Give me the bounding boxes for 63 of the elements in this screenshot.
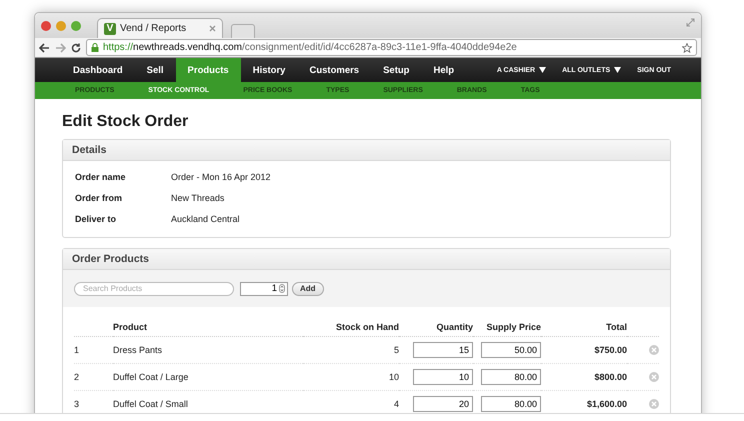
remove-icon[interactable]	[649, 372, 659, 382]
row-number: 1	[74, 337, 113, 364]
stock-cell: 4	[303, 391, 399, 413]
nav-tab[interactable]: Setup	[371, 58, 422, 82]
column-header: Supply Price	[473, 317, 541, 337]
new-tab-button[interactable]	[231, 24, 255, 38]
field-value: Auckland Central	[171, 214, 241, 224]
quantity-field[interactable]: 15	[413, 342, 473, 358]
nav-tab[interactable]: Sell	[134, 58, 176, 82]
lock-icon	[91, 43, 99, 52]
close-tab-icon[interactable]	[209, 25, 216, 32]
column-header: Product	[113, 317, 303, 337]
product-cell: Duffel Coat / Large	[113, 364, 303, 391]
stock-cell: 10	[303, 364, 399, 391]
back-icon[interactable]	[39, 42, 50, 52]
field-label: Order name	[75, 172, 127, 182]
field-label: Order from	[75, 193, 124, 203]
column-header: Quantity	[399, 317, 473, 337]
nav-tab[interactable]: History	[240, 58, 298, 82]
supply-price-field[interactable]: 80.00	[481, 396, 541, 412]
nav-tab[interactable]: Help	[421, 58, 466, 82]
field-value: Order - Mon 16 Apr 2012	[171, 172, 272, 182]
page-title: Edit Stock Order	[62, 113, 190, 131]
minimize-window-icon[interactable]	[56, 20, 66, 30]
caret-icon	[614, 67, 622, 73]
close-window-icon[interactable]	[41, 20, 51, 30]
product-cell: Dress Pants	[113, 337, 303, 364]
browser-tab[interactable]: V Vend / Reports	[97, 18, 223, 38]
tab-title: Vend / Reports	[120, 23, 188, 34]
caret-icon	[539, 67, 546, 73]
search-field[interactable]: Search Products	[74, 282, 234, 296]
quantity-spinner[interactable]: 1	[240, 282, 288, 296]
column-header: Total	[541, 317, 627, 337]
row-number: 3	[74, 391, 113, 413]
add-button[interactable]: Add	[292, 282, 324, 296]
nav-tab[interactable]: Customers	[297, 58, 372, 82]
zoom-window-icon[interactable]	[71, 20, 81, 30]
nav-tab[interactable]: Dashboard	[61, 58, 135, 82]
nav-tab[interactable]: Products	[176, 58, 241, 82]
fullscreen-icon[interactable]	[686, 18, 695, 27]
remove-icon[interactable]	[649, 399, 659, 409]
total-cell: $750.00	[541, 337, 627, 364]
stepper-icon[interactable]	[279, 284, 285, 293]
column-header: Stock on Hand	[303, 317, 399, 337]
stock-cell: 5	[303, 337, 399, 364]
star-icon[interactable]	[682, 42, 692, 52]
total-cell: $800.00	[541, 364, 627, 391]
product-cell: Duffel Coat / Small	[113, 391, 303, 413]
reload-icon[interactable]	[71, 42, 81, 52]
supply-price-field[interactable]: 80.00	[481, 369, 541, 385]
remove-icon[interactable]	[649, 345, 659, 355]
row-number: 2	[74, 364, 113, 391]
forward-icon[interactable]	[55, 42, 66, 52]
site-logo: V	[104, 22, 116, 34]
total-cell: $1,600.00	[541, 391, 627, 413]
field-value: New Threads	[171, 193, 226, 203]
supply-price-field[interactable]: 50.00	[481, 342, 541, 358]
quantity-field[interactable]: 20	[413, 396, 473, 412]
field-label: Deliver to	[75, 214, 118, 224]
quantity-field[interactable]: 10	[413, 369, 473, 385]
address-field[interactable]: https://newthreads.vendhq.com/consignment/edit/id/4cc6287a-89c3-11e1-9ffa-4040dde94e2e	[86, 39, 697, 56]
panel-title: Order Products	[63, 249, 670, 270]
panel-title: Details	[63, 140, 670, 161]
